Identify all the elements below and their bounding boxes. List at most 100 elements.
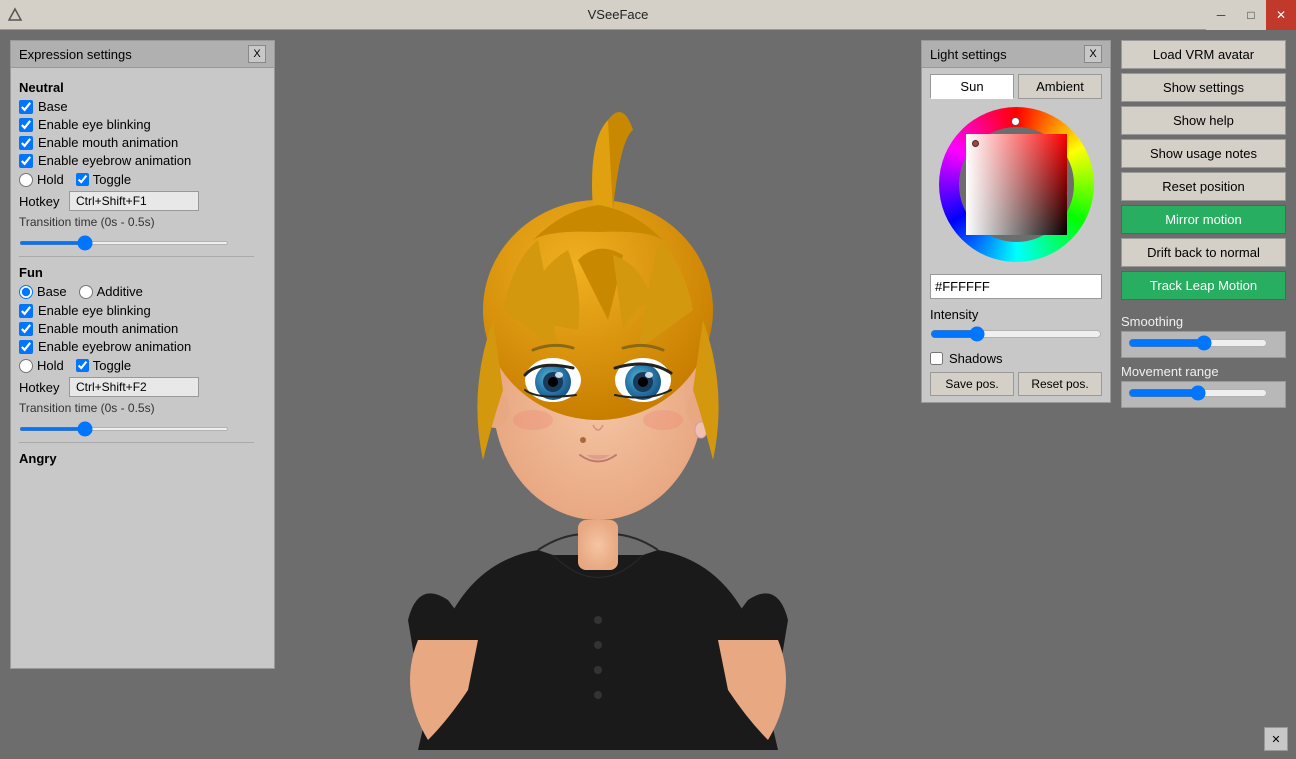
neutral-transition-label: Transition time (0s - 0.5s)	[19, 215, 254, 229]
neutral-transition-slider	[19, 233, 254, 248]
neutral-base-row: Base	[19, 99, 254, 114]
neutral-mouth-label: Enable mouth animation	[38, 135, 178, 150]
section-angry: Angry	[19, 451, 254, 466]
reset-pos-button[interactable]: Reset pos.	[1018, 372, 1102, 396]
track-leap-motion-button[interactable]: Track Leap Motion	[1121, 271, 1286, 300]
neutral-transition-range[interactable]	[19, 241, 229, 245]
fun-transition-range[interactable]	[19, 427, 229, 431]
movement-range-label: Movement range	[1121, 364, 1286, 379]
fun-mouth-checkbox[interactable]	[19, 322, 33, 336]
fun-transition-label: Transition time (0s - 0.5s)	[19, 401, 254, 415]
tab-ambient[interactable]: Ambient	[1018, 74, 1102, 99]
neutral-mouth-checkbox[interactable]	[19, 136, 33, 150]
character-svg	[338, 40, 858, 750]
fun-hotkey-row: Hotkey	[19, 377, 254, 397]
fun-eyebrow-checkbox[interactable]	[19, 340, 33, 354]
fun-transition-slider	[19, 419, 254, 434]
fun-hotkey-input[interactable]	[69, 377, 199, 397]
show-settings-button[interactable]: Show settings	[1121, 73, 1286, 102]
fun-eyebrow-row: Enable eyebrow animation	[19, 339, 254, 354]
smoothing-range[interactable]	[1128, 335, 1268, 351]
neutral-base-checkbox[interactable]	[19, 100, 33, 114]
fun-toggle-checkbox[interactable]	[76, 359, 89, 372]
shadows-checkbox[interactable]	[930, 352, 943, 365]
fun-hotkey-label: Hotkey	[19, 380, 69, 395]
fun-eyebrow-label: Enable eyebrow animation	[38, 339, 191, 354]
neutral-eyebrow-row: Enable eyebrow animation	[19, 153, 254, 168]
color-gradient-square[interactable]	[966, 134, 1067, 235]
color-wheel-cursor	[1011, 117, 1020, 126]
window-title: VSeeFace	[30, 7, 1206, 22]
fun-base-radio[interactable]	[19, 285, 33, 299]
color-square-cursor	[972, 140, 979, 147]
shadows-label: Shadows	[949, 351, 1002, 366]
expression-panel-header: Expression settings X	[11, 41, 274, 68]
window-controls: ─ □ ✕	[1206, 0, 1296, 30]
fun-eye-blink-checkbox[interactable]	[19, 304, 33, 318]
reset-position-button[interactable]: Reset position	[1121, 172, 1286, 201]
section-neutral: Neutral	[19, 80, 254, 95]
neutral-hotkey-input[interactable]	[69, 191, 199, 211]
neutral-eyebrow-checkbox[interactable]	[19, 154, 33, 168]
color-hex-input[interactable]	[930, 274, 1102, 299]
light-panel: Light settings X Sun Ambient Intensi	[921, 40, 1111, 403]
tab-sun[interactable]: Sun	[930, 74, 1014, 99]
expression-scroll-area[interactable]: Neutral Base Enable eye blinking Enable …	[11, 68, 274, 668]
smoothing-slider-wrap	[1121, 331, 1286, 358]
movement-range-slider-wrap	[1121, 381, 1286, 408]
fun-eye-blink-label: Enable eye blinking	[38, 303, 151, 318]
divider-2	[19, 442, 254, 443]
maximize-button[interactable]: □	[1236, 0, 1266, 30]
fun-base-label: Base	[19, 284, 67, 299]
light-panel-header: Light settings X	[922, 41, 1110, 68]
smoothing-section: Smoothing Movement range	[1121, 314, 1286, 414]
fun-eye-blink-row: Enable eye blinking	[19, 303, 254, 318]
neutral-mouth-row: Enable mouth animation	[19, 135, 254, 150]
neutral-toggle-label: Toggle	[76, 172, 131, 187]
fun-hold-toggle-row: Hold Toggle	[19, 358, 254, 373]
show-usage-notes-button[interactable]: Show usage notes	[1121, 139, 1286, 168]
neutral-hotkey-row: Hotkey	[19, 191, 254, 211]
fun-mouth-row: Enable mouth animation	[19, 321, 254, 336]
movement-range-range[interactable]	[1128, 385, 1268, 401]
app-icon	[0, 0, 30, 30]
minimize-button[interactable]: ─	[1206, 0, 1236, 30]
load-vrm-button[interactable]: Load VRM avatar	[1121, 40, 1286, 69]
neutral-hold-label: Hold	[19, 172, 64, 187]
intensity-slider	[930, 326, 1102, 345]
neutral-hotkey-label: Hotkey	[19, 194, 69, 209]
divider-1	[19, 256, 254, 257]
show-help-button[interactable]: Show help	[1121, 106, 1286, 135]
corner-icon-symbol: ✕	[1271, 733, 1280, 746]
neutral-eye-blink-checkbox[interactable]	[19, 118, 33, 132]
fun-hold-label: Hold	[19, 358, 64, 373]
fun-hold-radio[interactable]	[19, 359, 33, 373]
light-tabs: Sun Ambient	[930, 74, 1102, 99]
light-panel-title: Light settings	[930, 47, 1007, 62]
drift-back-button[interactable]: Drift back to normal	[1121, 238, 1286, 267]
fun-additive-label: Additive	[79, 284, 143, 299]
light-buttons: Save pos. Reset pos.	[930, 372, 1102, 396]
intensity-range[interactable]	[930, 326, 1102, 342]
expression-panel-close[interactable]: X	[248, 45, 266, 63]
mirror-motion-button[interactable]: Mirror motion	[1121, 205, 1286, 234]
save-pos-button[interactable]: Save pos.	[930, 372, 1014, 396]
light-panel-close[interactable]: X	[1084, 45, 1102, 63]
fun-type-row: Base Additive	[19, 284, 254, 299]
intensity-label: Intensity	[930, 307, 1102, 322]
character-viewport	[280, 30, 916, 759]
fun-mouth-label: Enable mouth animation	[38, 321, 178, 336]
titlebar: VSeeFace ─ □ ✕	[0, 0, 1296, 30]
neutral-toggle-checkbox[interactable]	[76, 173, 89, 186]
neutral-eye-blink-row: Enable eye blinking	[19, 117, 254, 132]
neutral-hold-toggle-row: Hold Toggle	[19, 172, 254, 187]
neutral-hold-radio[interactable]	[19, 173, 33, 187]
fun-additive-radio[interactable]	[79, 285, 93, 299]
main-content: Expression settings X Neutral Base Enabl…	[0, 30, 1296, 759]
close-button[interactable]: ✕	[1266, 0, 1296, 30]
smoothing-label: Smoothing	[1121, 314, 1286, 329]
neutral-eye-blink-label: Enable eye blinking	[38, 117, 151, 132]
right-panel: Load VRM avatar Show settings Show help …	[1121, 40, 1286, 414]
neutral-base-label: Base	[38, 99, 68, 114]
bottom-right-icon[interactable]: ✕	[1264, 727, 1288, 751]
